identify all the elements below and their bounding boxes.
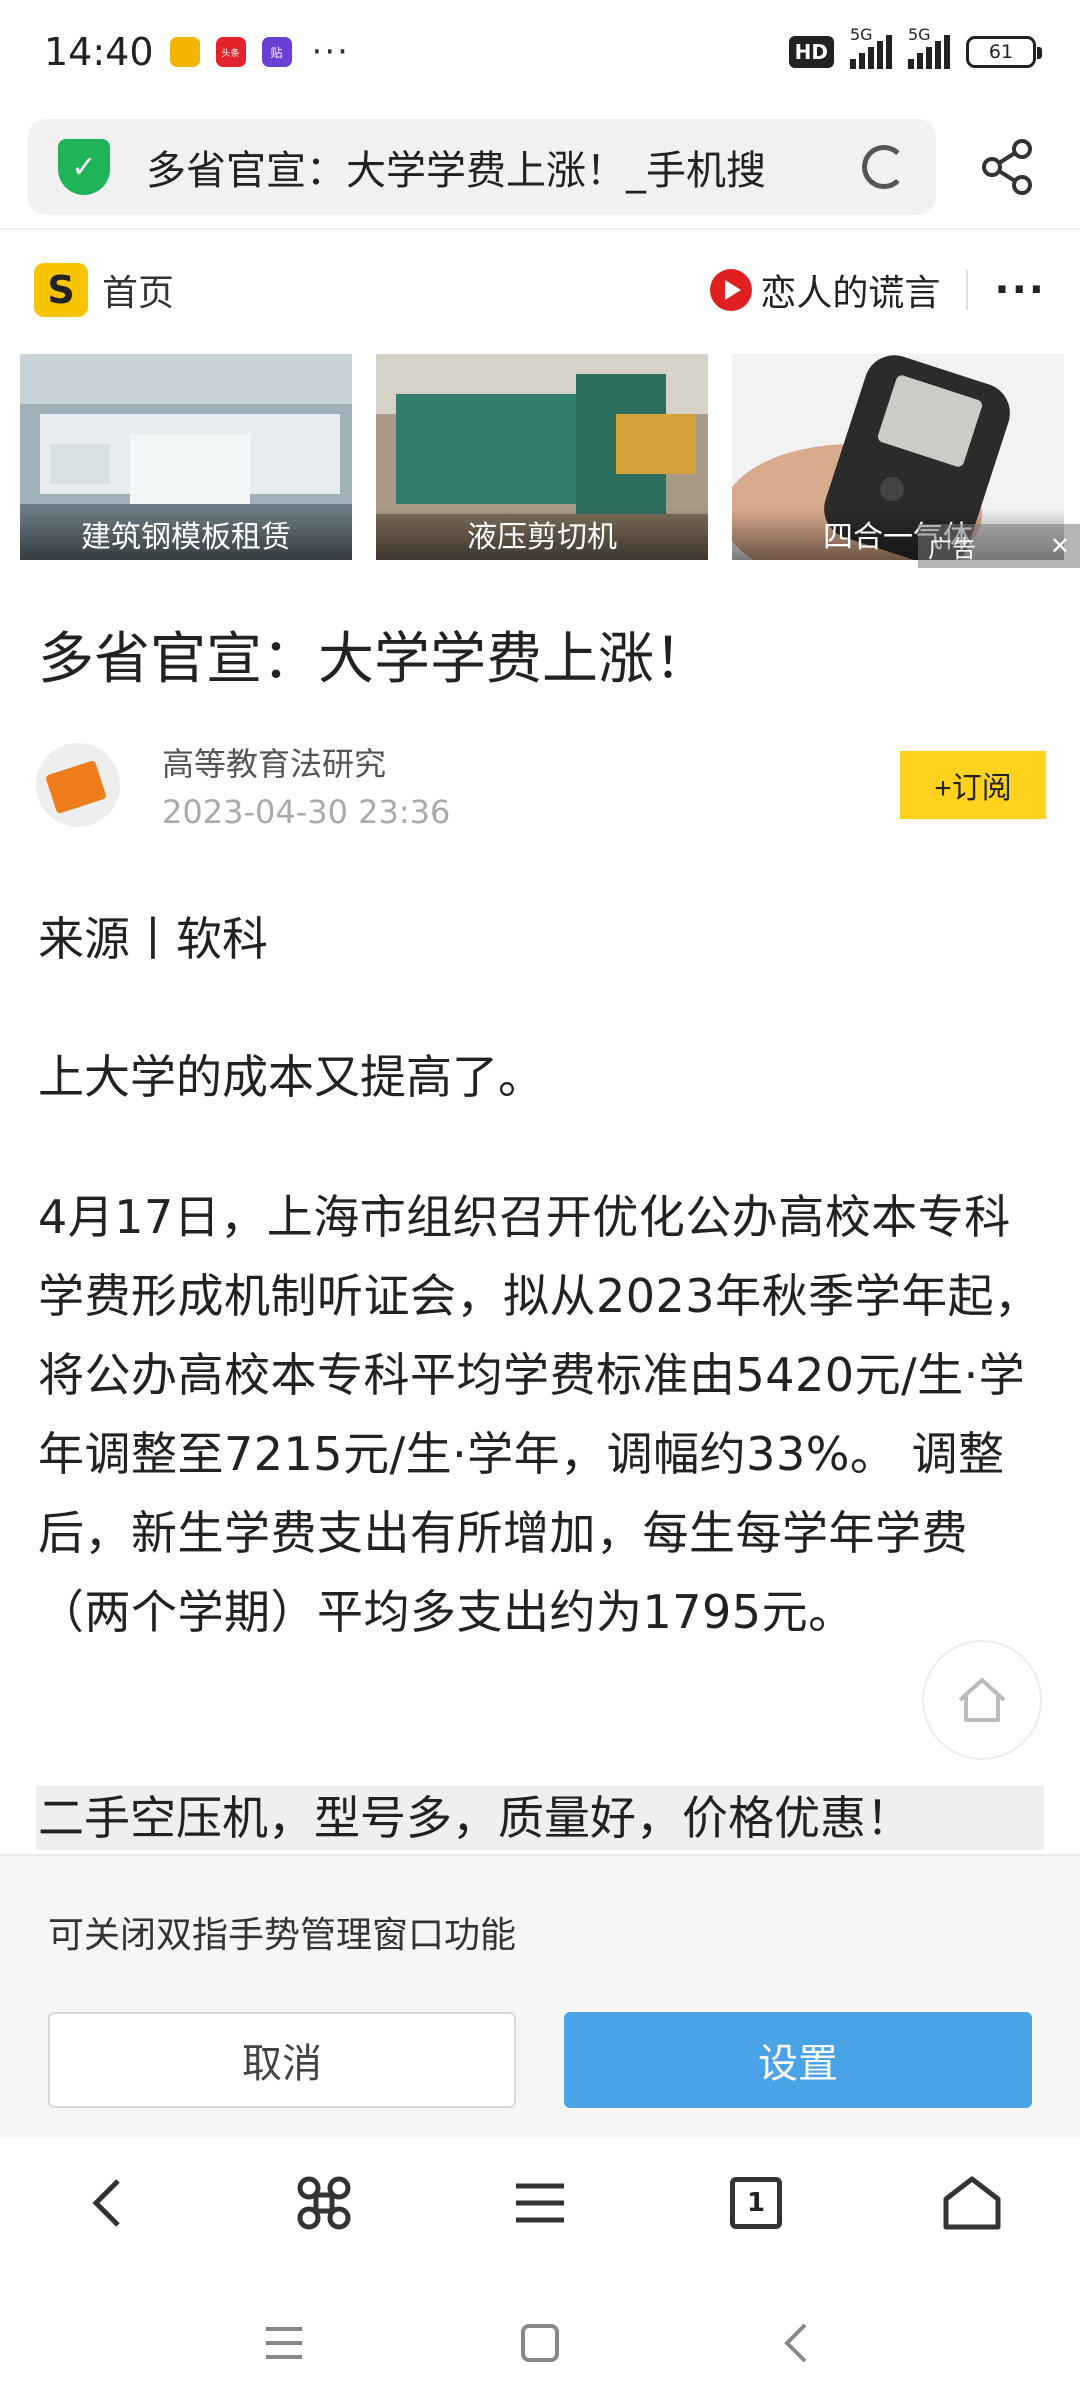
music-title-link[interactable]: 恋人的谎言 [760, 264, 940, 316]
system-home-button[interactable] [510, 2313, 570, 2373]
reload-icon[interactable] [862, 145, 906, 189]
article-source: 来源丨软科 [38, 912, 268, 966]
ad-label: 建筑钢模板租赁 [20, 508, 352, 560]
author-avatar[interactable] [36, 743, 120, 827]
command-icon [297, 2176, 351, 2230]
floating-home-button[interactable] [922, 1640, 1042, 1760]
toutiao-app-icon: 头条 [215, 37, 246, 67]
site-logo[interactable]: S [34, 263, 88, 317]
promo-link[interactable]: 二手空压机，型号多，质量好，价格优惠！ [36, 1786, 1044, 1850]
address-bar-row: ✓ 多省官宣：大学学费上涨！_手机搜 [0, 112, 1080, 222]
author-row: 高等教育法研究 2023-04-30 23:36 +订阅 [36, 730, 1046, 840]
back-button[interactable] [63, 2158, 153, 2248]
status-time: 14:40 [44, 30, 154, 74]
back-arrow-icon [92, 2179, 120, 2227]
system-navigation-bar [0, 2286, 1080, 2400]
menu-button[interactable] [495, 2158, 585, 2248]
ad-close-icon[interactable]: ✕ [1050, 532, 1070, 560]
home-link[interactable]: 首页 [102, 264, 174, 316]
hd-voice-icon: HD [788, 36, 834, 68]
signal-strength-icon: 5G [850, 25, 892, 69]
article-body: 4月17日，上海市组织召开优化公办高校本专科学费形成机制听证会，拟从2023年秋… [38, 1190, 1041, 1639]
security-shield-icon: ✓ [58, 139, 110, 195]
ad-label: 液压剪切机 [376, 508, 708, 560]
share-icon[interactable] [978, 137, 1038, 197]
site-header: S 首页 恋人的谎言 ··· [0, 250, 1080, 330]
status-more-icon: ··· [311, 32, 350, 72]
header-divider [966, 270, 969, 310]
menu-icon [516, 2183, 564, 2223]
square-home-icon [521, 2324, 559, 2362]
home-icon [958, 1678, 1006, 1722]
ad-card[interactable]: 建筑钢模板租赁 [20, 354, 352, 560]
tabs-button[interactable]: 1 [711, 2158, 801, 2248]
ad-card[interactable]: 液压剪切机 [376, 354, 708, 560]
signal-type-label-2: 5G [908, 25, 931, 44]
status-indicators: HD 5G 5G 61 [788, 25, 1042, 69]
home-outline-icon [943, 2176, 1001, 2230]
ad-mark-label: 广告 [928, 534, 976, 563]
recent-apps-button[interactable] [254, 2313, 314, 2373]
gesture-prompt-panel: 可关闭双指手势管理窗口功能 取消 设置 [0, 1854, 1080, 2138]
recent-apps-icon [266, 2327, 302, 2359]
status-bar: 14:40 头条 贴 ··· HD 5G 5G 61 [0, 0, 1080, 104]
header-right: 恋人的谎言 ··· [710, 264, 1046, 316]
article-lead: 上大学的成本又提高了。 [38, 1050, 544, 1104]
battery-icon: 61 [966, 36, 1042, 68]
system-back-button[interactable] [766, 2313, 826, 2373]
subscribe-button[interactable]: +订阅 [900, 751, 1046, 819]
browser-toolbar: 1 [0, 2140, 1080, 2266]
divider [0, 228, 1080, 230]
settings-button[interactable]: 设置 [564, 2012, 1032, 2108]
signal-strength-icon-2: 5G [908, 25, 950, 69]
author-meta: 高等教育法研究 2023-04-30 23:36 [162, 739, 450, 831]
notification-app-icon [169, 37, 200, 67]
more-menu-icon[interactable]: ··· [994, 267, 1046, 313]
page-title-in-address-bar[interactable]: 多省官宣：大学学费上涨！_手机搜 [146, 138, 846, 196]
system-back-icon [784, 2323, 807, 2363]
home-button[interactable] [927, 2158, 1017, 2248]
article-title: 多省官宣：大学学费上涨！ [38, 627, 710, 692]
command-button[interactable] [279, 2158, 369, 2248]
publish-date: 2023-04-30 23:36 [162, 793, 451, 831]
author-name[interactable]: 高等教育法研究 [162, 739, 450, 785]
ad-badge: 广告 ✕ [918, 524, 1080, 568]
cancel-button[interactable]: 取消 [48, 2012, 516, 2108]
prompt-message: 可关闭双指手势管理窗口功能 [48, 1915, 517, 1956]
tab-count-icon: 1 [730, 2177, 782, 2229]
address-bar[interactable]: ✓ 多省官宣：大学学费上涨！_手机搜 [28, 119, 936, 215]
status-notification-icons: 头条 贴 [169, 37, 292, 67]
tieba-app-icon: 贴 [261, 37, 292, 67]
signal-type-label: 5G [850, 25, 873, 44]
music-play-icon[interactable] [710, 269, 753, 311]
